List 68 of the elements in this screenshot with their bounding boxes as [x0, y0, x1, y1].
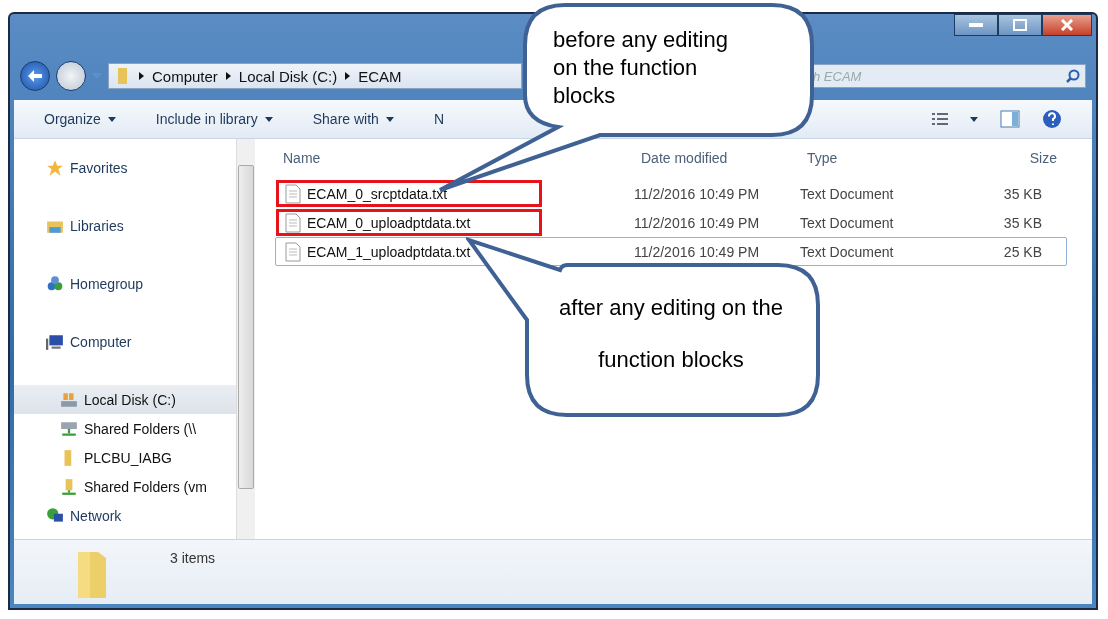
size-cell-text: 25 KB — [1002, 243, 1043, 260]
callout-text: after any editing on the function blocks — [558, 294, 784, 374]
scrollbar[interactable] — [236, 139, 255, 539]
sidebar-item[interactable]: PLCBU_IABG — [14, 443, 236, 472]
type-cell-text: Text Document — [800, 214, 895, 231]
size-cell-text: 35 KB — [1002, 214, 1043, 231]
network-drive-icon — [60, 419, 78, 438]
file-name-cell: ECAM_1_uploadptdata.txt — [276, 238, 542, 265]
maximize-button[interactable] — [998, 14, 1042, 36]
sidebar-item[interactable]: Network — [14, 501, 236, 530]
minimize-icon — [969, 23, 983, 27]
date-cell-text: 11/2/2016 10:49 PM — [634, 214, 761, 231]
caret-icon — [107, 116, 116, 122]
sidebar-item[interactable]: Favorites — [14, 153, 236, 182]
maximize-icon — [1013, 19, 1027, 31]
toolbar-button[interactable]: N — [433, 111, 445, 127]
callout-text: before any editing on the function blocks — [553, 26, 729, 110]
network-icon — [46, 506, 64, 525]
homegroup-icon — [46, 274, 64, 293]
caret-icon — [970, 116, 978, 122]
status-text: 3 items — [170, 550, 216, 566]
caret-icon — [385, 116, 394, 122]
close-icon — [1061, 19, 1073, 31]
drive-icon — [60, 390, 78, 409]
toolbar-button[interactable]: Include in library — [155, 111, 273, 127]
sidebar-item[interactable]: Homegroup — [14, 269, 236, 298]
toolbar-button[interactable]: Organize — [44, 111, 116, 127]
close-button[interactable] — [1042, 14, 1092, 36]
sidebar-item[interactable]: Shared Folders (\\ — [14, 414, 236, 443]
type-cell-text: Text Document — [800, 185, 895, 202]
back-button[interactable] — [20, 61, 50, 91]
date-cell-text: 11/2/2016 10:49 PM — [634, 185, 761, 202]
minimize-button[interactable] — [954, 14, 998, 36]
file-row[interactable]: ECAM_0_uploadptdata.txt 11/2/2016 10:49 PM Text Document 35 KB — [275, 208, 1067, 237]
chevron-icon — [345, 72, 351, 80]
column-header[interactable]: Name — [283, 150, 641, 166]
view-list-icon[interactable] — [932, 112, 948, 126]
sidebar-item[interactable]: Libraries — [14, 211, 236, 240]
file-row[interactable]: ECAM_0_srcptdata.txt 11/2/2016 10:49 PM Text Document 35 KB — [275, 179, 1067, 208]
column-header[interactable]: Date modified — [641, 150, 807, 166]
shared-folder-icon — [60, 477, 78, 496]
column-header[interactable]: Type — [807, 150, 967, 166]
date-cell-text: 11/2/2016 10:49 PM — [634, 243, 761, 260]
back-arrow-icon — [27, 69, 43, 83]
address-bar[interactable]: Computer Local Disk (C:) ECAM — [108, 63, 522, 89]
chevron-icon — [139, 72, 144, 80]
file-name-cell: ECAM_0_srcptdata.txt — [276, 180, 542, 207]
type-cell-text: Text Document — [800, 243, 895, 260]
toolbar-button[interactable]: Share with — [312, 111, 394, 127]
sidebar-item[interactable]: Computer — [14, 327, 236, 356]
caret-icon — [264, 116, 273, 122]
search-icon — [1066, 69, 1080, 83]
column-header[interactable]: Size — [967, 150, 1057, 166]
star-icon — [46, 158, 64, 177]
sidebar-item[interactable]: Local Disk (C:) — [14, 385, 236, 414]
forward-button[interactable] — [56, 61, 86, 91]
computer-icon — [46, 332, 64, 351]
text-file-icon — [285, 212, 301, 233]
chevron-icon — [225, 72, 231, 80]
breadcrumb[interactable]: Computer — [152, 67, 218, 85]
breadcrumb[interactable]: ECAM — [358, 67, 402, 85]
file-name-cell: ECAM_0_uploadptdata.txt — [276, 209, 542, 236]
sidebar-item[interactable]: Shared Folders (vm — [14, 472, 236, 501]
size-cell-text: 35 KB — [1002, 185, 1043, 202]
text-file-icon — [285, 183, 301, 204]
help-icon[interactable] — [1042, 109, 1062, 129]
breadcrumb[interactable]: Local Disk (C:) — [238, 67, 338, 85]
text-file-icon — [285, 241, 301, 262]
